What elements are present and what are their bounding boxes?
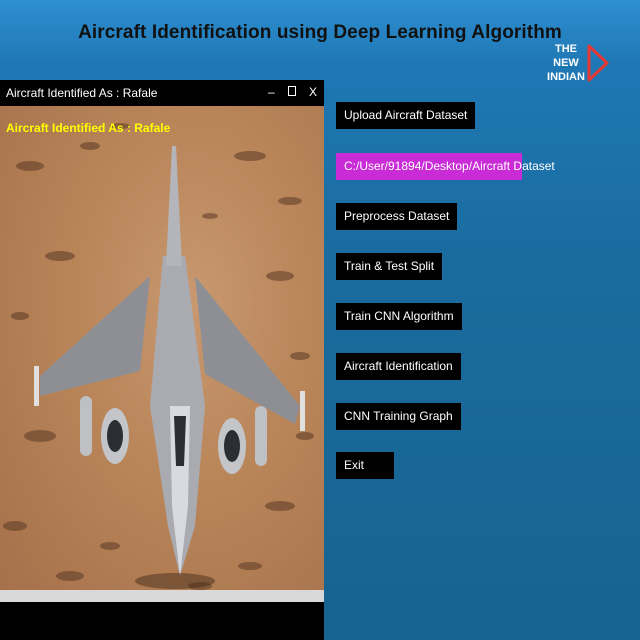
window-titlebar[interactable]: Aircraft Identified As : Rafale – X	[0, 80, 324, 106]
status-strip	[0, 590, 324, 602]
identification-result-window: Aircraft Identified As : Rafale – X Airc…	[0, 80, 324, 640]
aircraft-image: Aircraft Identified As : Rafale	[0, 106, 324, 602]
window-title: Aircraft Identified As : Rafale	[6, 86, 158, 100]
preprocess-dataset-button[interactable]: Preprocess Dataset	[336, 203, 458, 230]
page-title: Aircraft Identification using Deep Learn…	[78, 22, 562, 43]
cnn-training-graph-button[interactable]: CNN Training Graph	[336, 403, 461, 430]
exit-button[interactable]: Exit	[336, 452, 394, 479]
play-icon	[587, 44, 609, 82]
brand-logo: THE NEW INDIAN	[543, 42, 613, 86]
aircraft-identification-button[interactable]: Aircraft Identification	[336, 353, 461, 380]
brand-line-1: THE	[555, 43, 577, 55]
app-window: Aircraft Identification using Deep Learn…	[0, 0, 640, 640]
close-icon[interactable]: X	[309, 83, 317, 101]
brand-text: THE NEW INDIAN	[543, 42, 589, 84]
maximize-icon[interactable]	[288, 83, 296, 101]
rafale-jet-photo	[3, 123, 314, 590]
brand-line-3: INDIAN	[547, 71, 585, 83]
minimize-icon[interactable]: –	[268, 83, 275, 101]
train-test-split-button[interactable]: Train & Test Split	[336, 253, 443, 280]
dataset-path-label: C:/User/91894/Desktop/Aircraft Dataset	[336, 153, 555, 180]
upload-dataset-button[interactable]: Upload Aircraft Dataset	[336, 102, 476, 129]
console-area	[4, 602, 304, 640]
identification-caption: Aircraft Identified As : Rafale	[6, 121, 171, 135]
brand-line-2: NEW	[553, 57, 579, 69]
train-cnn-button[interactable]: Train CNN Algorithm	[336, 303, 462, 330]
